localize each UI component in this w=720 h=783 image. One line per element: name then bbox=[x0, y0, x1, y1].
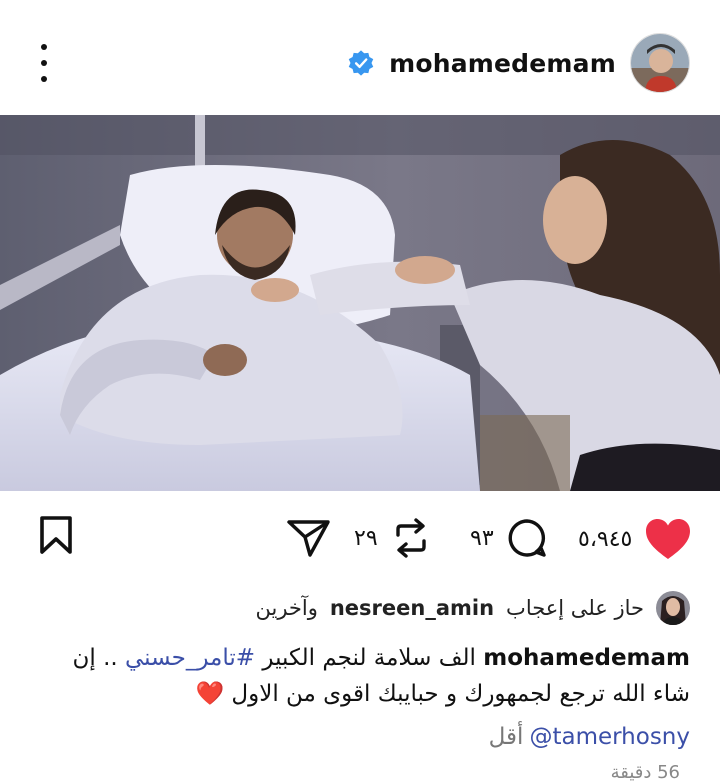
share-button[interactable] bbox=[286, 517, 332, 559]
author-avatar[interactable] bbox=[630, 33, 690, 93]
liked-by-name[interactable]: nesreen_amin bbox=[330, 596, 494, 620]
like-count: ٥،٩٤٥ bbox=[578, 526, 633, 552]
caption-mention[interactable]: @tamerhosny bbox=[529, 724, 690, 750]
heart-icon bbox=[646, 519, 691, 559]
repost-count: ٢٩ bbox=[354, 525, 378, 551]
liker-avatar[interactable] bbox=[656, 591, 690, 625]
share-icon bbox=[287, 520, 330, 557]
repost-button[interactable]: ٢٩ bbox=[354, 517, 432, 559]
comment-button[interactable]: ٩٣ bbox=[470, 517, 548, 559]
post-header: mohamedemam bbox=[0, 0, 720, 115]
hospital-photo bbox=[0, 115, 720, 491]
liked-by-suffix: وآخرين bbox=[255, 596, 318, 620]
comment-count: ٩٣ bbox=[470, 525, 494, 551]
post-image[interactable] bbox=[0, 115, 720, 491]
more-options-icon[interactable] bbox=[30, 44, 58, 82]
caption-username[interactable]: mohamedemam bbox=[483, 645, 690, 671]
post-actions: ٢٩ ٩٣ ٥،٩٤٥ bbox=[0, 491, 720, 586]
liked-by-row[interactable]: حاز على إعجاب nesreen_amin وآخرين bbox=[255, 590, 690, 626]
author-username[interactable]: mohamedemam bbox=[389, 49, 616, 78]
post-caption: mohamedemam الف سلامة لنجم الكبير #تامر_… bbox=[40, 640, 690, 712]
bookmark-icon[interactable] bbox=[36, 515, 76, 555]
repost-icon bbox=[395, 518, 426, 558]
caption-footer: @tamerhosny أقل bbox=[489, 720, 690, 754]
post-author[interactable]: mohamedemam bbox=[347, 32, 690, 94]
caption-text-before: الف سلامة لنجم الكبير bbox=[262, 645, 476, 671]
comment-icon bbox=[508, 519, 546, 557]
less-button[interactable]: أقل bbox=[489, 724, 524, 750]
caption-hashtag[interactable]: #تامر_حسني bbox=[125, 645, 255, 671]
post-time: 56 دقيقة bbox=[610, 762, 680, 783]
liked-by-prefix: حاز على إعجاب bbox=[506, 596, 644, 620]
heart-emoji-icon: ❤️ bbox=[195, 681, 225, 707]
verified-badge-icon bbox=[348, 50, 374, 76]
like-button[interactable]: ٥،٩٤٥ bbox=[578, 517, 692, 561]
mention-username[interactable]: tamerhosny bbox=[552, 724, 690, 750]
